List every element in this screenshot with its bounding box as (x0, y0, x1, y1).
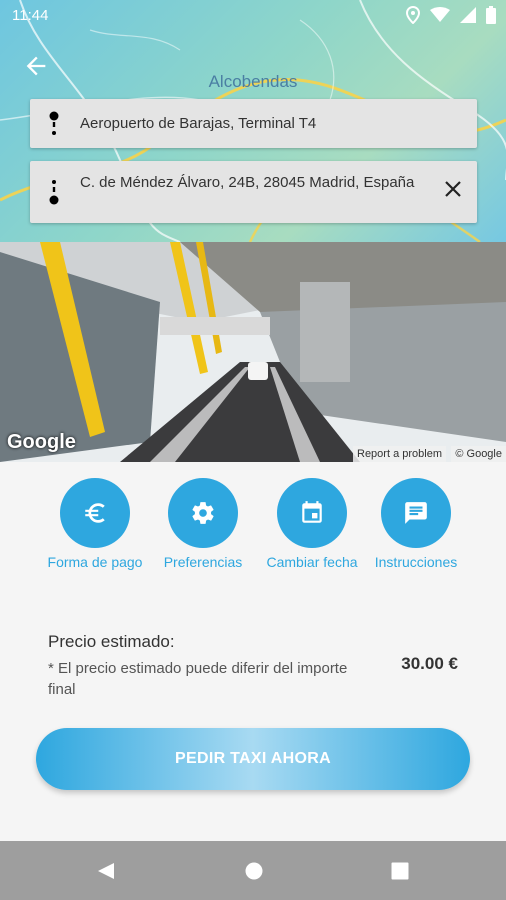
system-nav-bar (0, 841, 506, 900)
change-date-label: Cambiar fecha (266, 554, 358, 570)
price-title: Precio estimado: (48, 632, 175, 651)
nav-recents-icon[interactable] (390, 861, 410, 881)
map-city-label: Alcobendas (208, 72, 298, 91)
change-date-circle (277, 478, 347, 548)
preferences-button[interactable]: Preferencias (143, 478, 263, 570)
nav-back-icon[interactable] (96, 861, 116, 881)
change-date-button[interactable]: Cambiar fecha (252, 478, 372, 570)
arrow-back-icon (26, 56, 46, 76)
price-value: 30.00 € (401, 654, 458, 673)
price-note: * El precio estimado puede diferir del i… (48, 660, 348, 698)
battery-icon (486, 6, 496, 24)
clear-destination-icon[interactable] (443, 179, 463, 199)
origin-field[interactable]: Aeropuerto de Barajas, Terminal T4 (30, 99, 477, 148)
payment-method-button[interactable]: Forma de pago (35, 478, 155, 570)
report-problem-link[interactable]: Report a problem (353, 446, 446, 462)
instructions-label: Instrucciones (374, 554, 458, 570)
destination-field[interactable]: C. de Méndez Álvaro, 24B, 28045 Madrid, … (30, 161, 477, 223)
payment-circle (60, 478, 130, 548)
calendar-icon (302, 501, 322, 523)
nav-home-icon[interactable] (244, 861, 264, 881)
destination-address: C. de Méndez Álvaro, 24B, 28045 Madrid, … (80, 174, 415, 191)
instructions-button[interactable]: Instrucciones (356, 478, 476, 570)
street-view-scene (0, 242, 506, 462)
payment-method-label: Forma de pago (47, 554, 143, 570)
destination-pin-icon (49, 180, 59, 205)
euro-icon (85, 503, 105, 523)
instructions-circle (381, 478, 451, 548)
wifi-icon (430, 7, 450, 22)
gear-icon (192, 502, 214, 524)
status-time: 11:44 (12, 7, 49, 24)
status-icons (406, 6, 496, 24)
location-icon (406, 6, 420, 24)
origin-address: Aeropuerto de Barajas, Terminal T4 (80, 115, 317, 132)
copyright-label: © Google (451, 446, 506, 462)
origin-pin-icon (49, 111, 59, 135)
signal-icon (460, 7, 476, 23)
status-bar: 11:44 (0, 0, 506, 32)
order-taxi-button[interactable]: PEDIR TAXI AHORA (36, 728, 470, 790)
preferences-circle (168, 478, 238, 548)
street-view-image[interactable]: Google Report a problem © Google (0, 242, 506, 462)
preferences-label: Preferencias (163, 554, 243, 570)
back-button[interactable] (22, 52, 50, 80)
google-logo: Google (7, 431, 76, 453)
message-icon (405, 502, 427, 524)
